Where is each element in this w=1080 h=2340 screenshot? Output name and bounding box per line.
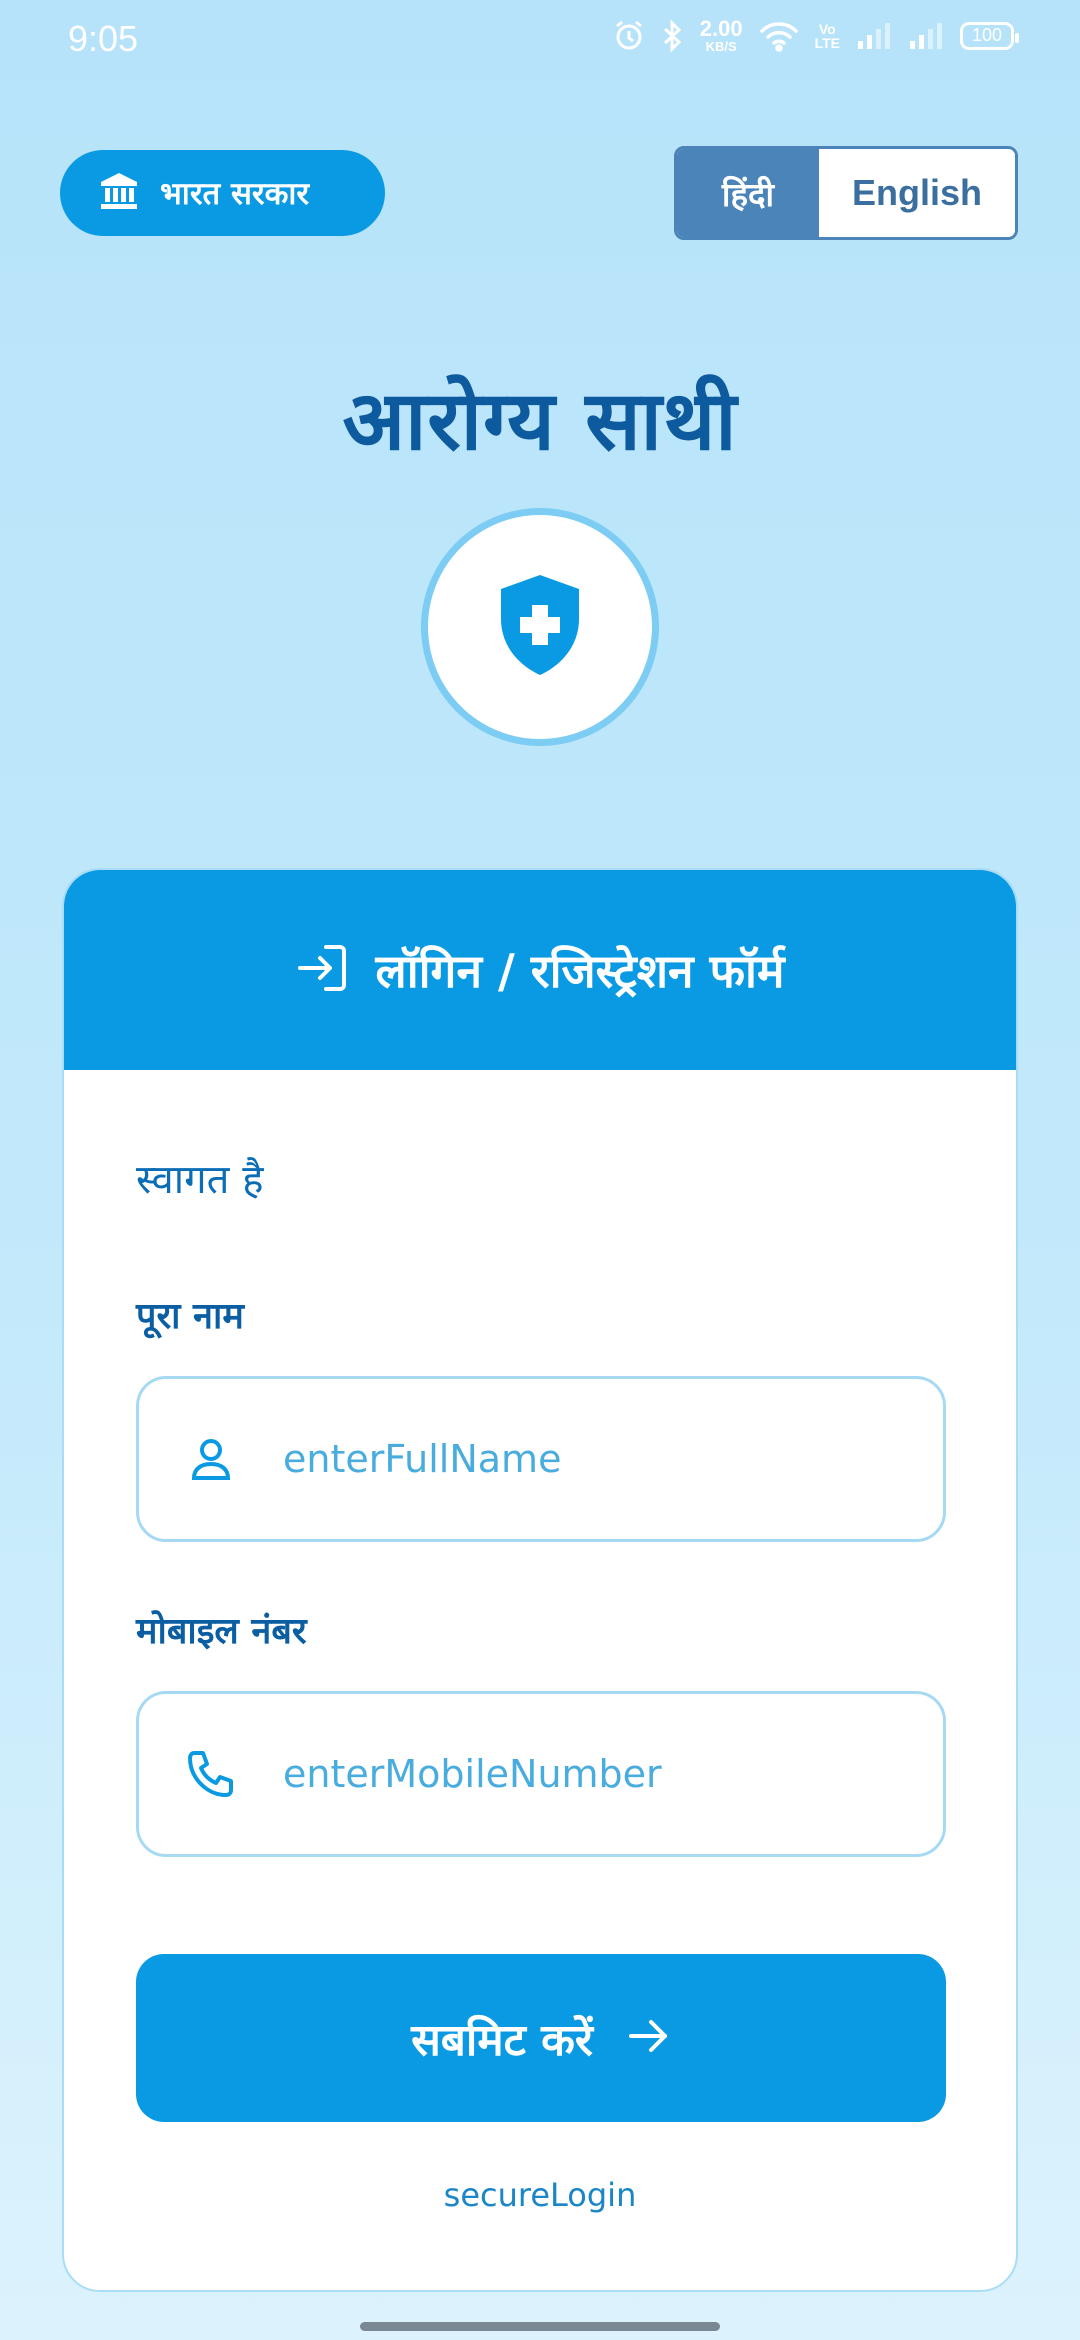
login-icon — [296, 943, 350, 997]
full-name-field[interactable] — [136, 1376, 946, 1542]
mobile-number-input[interactable] — [283, 1752, 903, 1796]
app-logo — [421, 508, 659, 746]
shield-plus-icon — [497, 573, 583, 681]
status-bar: 9:05 2.00 KB/S Vo LTE 100 — [0, 0, 1080, 84]
language-option-english[interactable]: English — [819, 149, 1015, 237]
user-icon — [139, 1436, 283, 1482]
volte-indicator: Vo LTE — [815, 22, 840, 50]
full-name-input[interactable] — [283, 1437, 903, 1481]
mobile-number-field[interactable] — [136, 1691, 946, 1857]
status-time: 9:05 — [68, 18, 139, 59]
mobile-number-label: मोबाइल नंबर — [136, 1611, 307, 1652]
arrow-right-icon — [627, 2016, 671, 2060]
login-form-card: लॉगिन / रजिस्ट्रेशन फॉर्म स्वागत है पूरा… — [62, 868, 1018, 2292]
form-header: लॉगिन / रजिस्ट्रेशन फॉर्म — [64, 870, 1016, 1070]
battery-icon: 100 — [960, 21, 1019, 50]
app-title: आरोग्य साथी — [342, 374, 738, 469]
wifi-icon — [759, 20, 799, 52]
language-option-hindi[interactable]: हिंदी — [677, 149, 819, 237]
welcome-text: स्वागत है — [136, 1157, 264, 1203]
full-name-label: पूरा नाम — [136, 1296, 244, 1337]
volte-bottom-label: LTE — [814, 34, 840, 51]
network-speed-value: 2.00 — [699, 16, 743, 41]
status-icons: 2.00 KB/S Vo LTE 100 — [612, 16, 1019, 54]
alarm-icon — [612, 19, 646, 53]
submit-button[interactable]: सबमिट करें — [136, 1954, 946, 2122]
secure-login-text: secureLogin — [443, 2176, 637, 2214]
volte-top-label: Vo — [818, 20, 836, 37]
government-building-icon — [98, 170, 140, 216]
signal-icon — [856, 21, 892, 51]
network-speed-unit: KB/S — [705, 39, 737, 54]
bluetooth-icon — [662, 18, 684, 53]
phone-icon — [139, 1749, 283, 1799]
home-indicator[interactable] — [360, 2322, 720, 2331]
language-toggle[interactable]: हिंदी English — [674, 146, 1018, 240]
submit-button-label: सबमिट करें — [411, 2015, 593, 2066]
government-badge[interactable]: भारत सरकार — [60, 150, 385, 236]
form-title: लॉगिन / रजिस्ट्रेशन फॉर्म — [375, 944, 785, 998]
network-speed: 2.00 KB/S — [699, 16, 743, 54]
government-label: भारत सरकार — [160, 176, 310, 212]
signal-icon-2 — [908, 21, 944, 51]
